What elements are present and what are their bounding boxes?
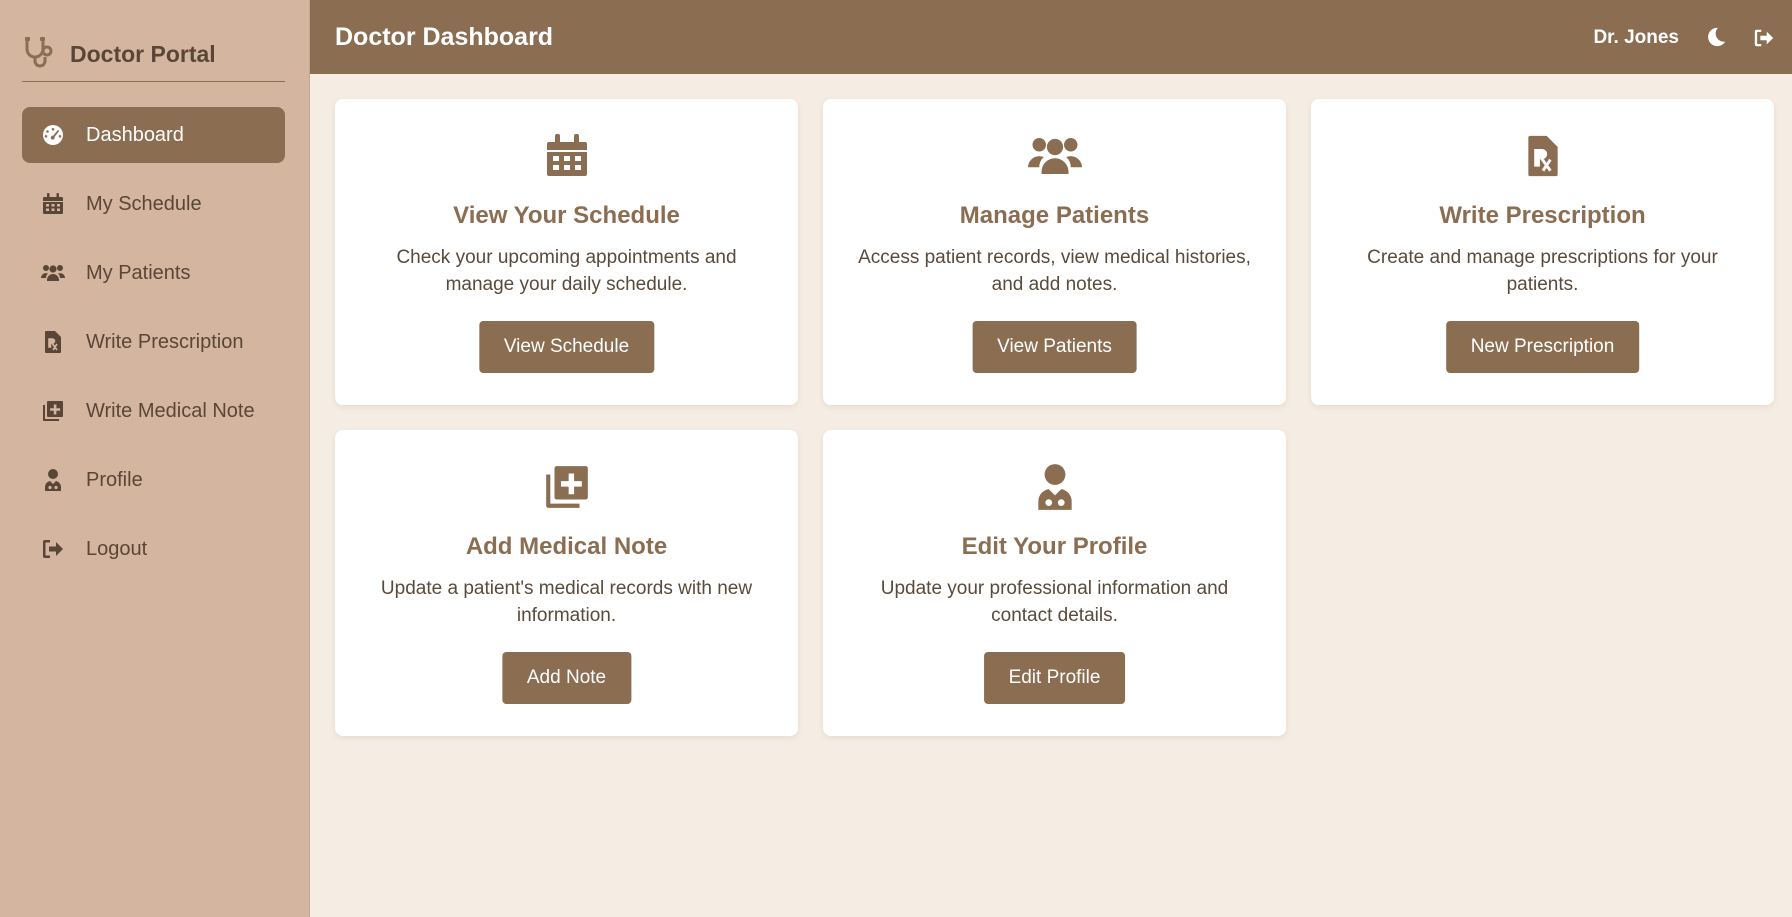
sidebar-item-logout[interactable]: Logout [22, 521, 285, 577]
card-profile: Edit Your Profile Update your profession… [823, 430, 1286, 736]
stethoscope-icon [22, 36, 56, 70]
edit-profile-button[interactable]: Edit Profile [983, 652, 1126, 704]
sidebar-item-label: Dashboard [86, 123, 184, 146]
card-title: Write Prescription [1439, 202, 1646, 229]
sidebar-nav: Dashboard My Schedule My Patients Write … [22, 107, 285, 590]
moon-icon[interactable] [1705, 26, 1727, 48]
card-description: Create and manage prescriptions for your… [1367, 247, 1718, 295]
sidebar: Doctor Portal Dashboard My Schedule My P… [0, 0, 310, 917]
note-plus-icon [335, 460, 798, 516]
card-description: Check your upcoming appointments and man… [396, 247, 737, 295]
doctor-icon [823, 460, 1286, 516]
sidebar-item-my-schedule[interactable]: My Schedule [22, 176, 285, 232]
card-prescription: Write Prescription Create and manage pre… [1311, 99, 1774, 405]
gauge-icon [40, 122, 66, 148]
card-description: Update your professional information and… [880, 578, 1229, 626]
card-patients: Manage Patients Access patient records, … [823, 99, 1286, 405]
card-description: Update a patient's medical records with … [380, 578, 753, 626]
page-title: Doctor Dashboard [335, 22, 554, 51]
calendar-icon [335, 129, 798, 185]
view-patients-button[interactable]: View Patients [972, 321, 1137, 373]
sidebar-item-write-medical-note[interactable]: Write Medical Note [22, 383, 285, 439]
brand[interactable]: Doctor Portal [22, 26, 285, 82]
add-note-button[interactable]: Add Note [501, 652, 632, 704]
prescription-icon [1311, 129, 1774, 185]
sidebar-item-label: Logout [86, 537, 148, 560]
sidebar-item-label: Write Prescription [86, 330, 244, 353]
card-title: Add Medical Note [465, 533, 668, 560]
users-icon [40, 260, 66, 286]
calendar-icon [40, 191, 66, 217]
sidebar-item-label: My Patients [86, 261, 191, 284]
sidebar-item-label: Profile [86, 468, 143, 491]
card-description: Access patient records, view medical his… [858, 247, 1251, 295]
card-medical-note: Add Medical Note Update a patient's medi… [335, 430, 798, 736]
sidebar-item-dashboard[interactable]: Dashboard [22, 107, 285, 163]
sidebar-item-my-patients[interactable]: My Patients [22, 245, 285, 301]
top-header: Doctor Dashboard Dr. Jones [310, 0, 1792, 74]
sidebar-item-write-prescription[interactable]: Write Prescription [22, 314, 285, 370]
logout-icon [40, 536, 66, 562]
sidebar-item-label: My Schedule [86, 192, 202, 215]
view-schedule-button[interactable]: View Schedule [478, 321, 655, 373]
prescription-icon [40, 329, 66, 355]
sidebar-item-profile[interactable]: Profile [22, 452, 285, 508]
card-title: View Your Schedule [453, 202, 680, 229]
doctor-icon [40, 467, 66, 493]
note-plus-icon [40, 398, 66, 424]
logout-icon[interactable] [1752, 27, 1776, 49]
new-prescription-button[interactable]: New Prescription [1445, 321, 1640, 373]
sidebar-item-label: Write Medical Note [86, 399, 255, 422]
card-title: Edit Your Profile [961, 533, 1148, 560]
card-schedule: View Your Schedule Check your upcoming a… [335, 99, 798, 405]
brand-name: Doctor Portal [70, 41, 216, 67]
card-title: Manage Patients [959, 202, 1150, 229]
users-icon [823, 129, 1286, 185]
user-name[interactable]: Dr. Jones [1593, 27, 1679, 49]
